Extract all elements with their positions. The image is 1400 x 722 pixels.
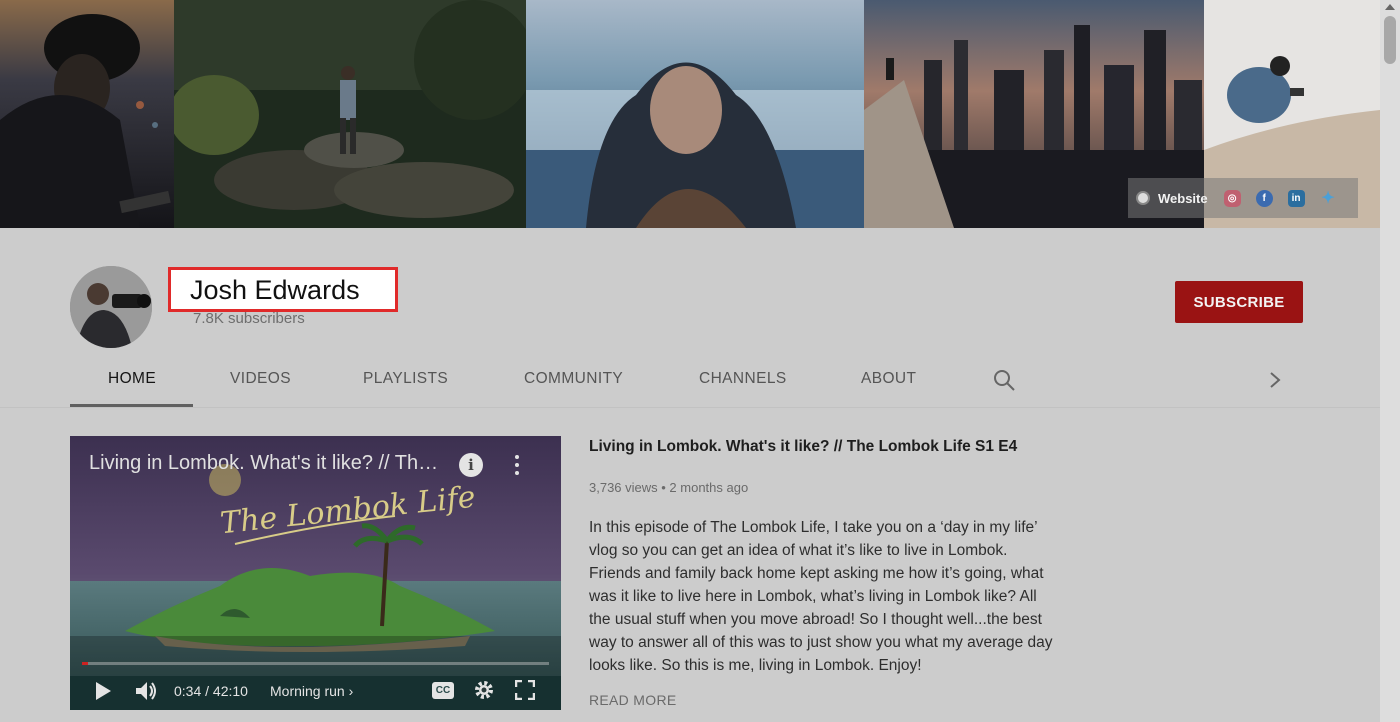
captions-icon[interactable]: CC xyxy=(432,682,454,699)
read-more-button[interactable]: READ MORE xyxy=(589,692,677,708)
time-display: 0:34 / 42:10 xyxy=(174,683,248,699)
video-title[interactable]: Living in Lombok. What's it like? // The… xyxy=(589,438,1017,456)
chapter-label[interactable]: Morning run › xyxy=(270,683,353,699)
fullscreen-icon[interactable] xyxy=(515,680,535,700)
progress-bar[interactable] xyxy=(82,662,549,665)
gear-icon[interactable] xyxy=(473,679,495,701)
page-scrollbar[interactable] xyxy=(1380,0,1400,722)
progress-bar-fill xyxy=(82,662,89,665)
player-title[interactable]: Living in Lombok. What's it like? // The… xyxy=(89,452,449,475)
tab-videos[interactable]: VIDEOS xyxy=(230,370,291,388)
chevron-right-icon[interactable] xyxy=(1267,370,1283,390)
chevron-right-icon: › xyxy=(344,683,354,699)
info-icon[interactable]: i xyxy=(459,453,483,477)
play-icon[interactable] xyxy=(96,682,111,700)
channel-banner: Website ◎ f in ✦ xyxy=(0,0,1380,228)
banner-links: Website ◎ f in ✦ xyxy=(1128,178,1358,218)
volume-icon[interactable] xyxy=(134,679,158,703)
subscriber-count: 7.8K subscribers xyxy=(193,310,305,327)
linkedin-icon[interactable]: in xyxy=(1287,189,1305,207)
globe-icon xyxy=(1136,191,1150,205)
website-link[interactable]: Website xyxy=(1158,191,1208,206)
tabs-divider xyxy=(0,407,1380,408)
search-icon[interactable] xyxy=(993,369,1015,391)
tab-community[interactable]: COMMUNITY xyxy=(524,370,623,388)
instagram-icon[interactable]: ◎ xyxy=(1223,189,1241,207)
twitter-icon[interactable]: ✦ xyxy=(1320,190,1337,207)
facebook-icon[interactable]: f xyxy=(1255,189,1273,207)
chapter-name: Morning run xyxy=(270,683,345,699)
tab-home[interactable]: HOME xyxy=(108,370,156,388)
video-thumbnail: The Lombok Life xyxy=(70,436,561,710)
tab-about[interactable]: ABOUT xyxy=(861,370,916,388)
more-vertical-icon[interactable] xyxy=(510,453,524,477)
banner-photo-portrait xyxy=(0,0,174,228)
video-description: In this episode of The Lombok Life, I ta… xyxy=(589,519,1053,674)
banner-photo-forest xyxy=(174,0,526,228)
channel-name: Josh Edwards xyxy=(190,275,360,305)
scroll-thumb[interactable] xyxy=(1384,16,1396,64)
video-player[interactable]: The Lombok Life Living in Lombok. What's… xyxy=(70,436,561,710)
banner-photo-waterfall xyxy=(526,0,864,228)
video-meta: 3,736 views • 2 months ago xyxy=(589,480,749,495)
scroll-up-arrow-icon[interactable] xyxy=(1385,4,1395,10)
subscribe-button[interactable]: SUBSCRIBE xyxy=(1175,281,1303,323)
tab-playlists[interactable]: PLAYLISTS xyxy=(363,370,448,388)
tab-channels[interactable]: CHANNELS xyxy=(699,370,787,388)
channel-avatar[interactable] xyxy=(70,266,152,348)
player-controls: 0:34 / 42:10 Morning run › CC xyxy=(70,674,561,710)
